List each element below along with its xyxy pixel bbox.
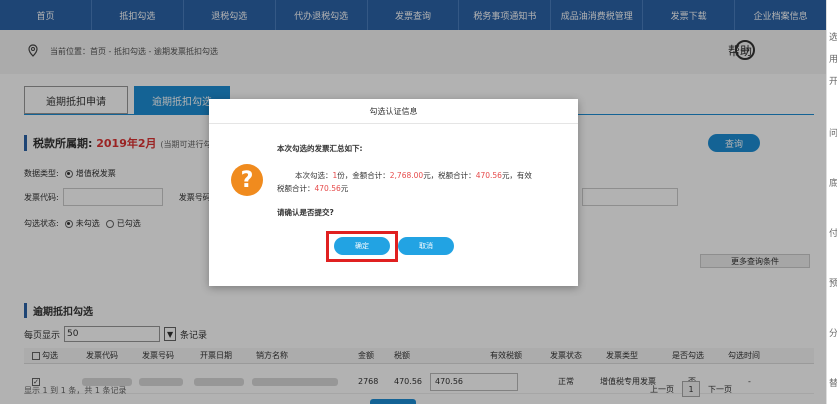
check-confirm-dialog: 勾选认证信息 ? 本次勾选的发票汇总如下: 本次勾选：1份，金额合计：2,768… [209, 99, 578, 286]
right-strip-text: 预 [829, 276, 837, 289]
right-strip-text: 开 [829, 74, 837, 87]
dialog-title: 勾选认证信息 [209, 99, 578, 124]
total-amount: 2,768.00 [389, 171, 424, 180]
right-strip-text: 选 [829, 30, 837, 43]
right-strip-text: 问 [829, 126, 837, 139]
dialog-summary-line1: 本次勾选：1份，金额合计：2,768.00元，税额合计：470.56元，有效 [295, 171, 532, 180]
right-strip-text: 付 [829, 226, 837, 239]
right-strip-text: 底 [829, 176, 837, 189]
right-strip-text: 分 [829, 326, 837, 339]
cancel-button[interactable]: 取消 [398, 237, 454, 255]
dialog-summary-title: 本次勾选的发票汇总如下: [277, 144, 363, 153]
total-tax: 470.56 [475, 171, 502, 180]
right-strip-text: 用 [829, 52, 837, 65]
total-effective-tax: 470.56 [314, 184, 341, 193]
right-clipped-panel: 选 用 开 问 底 付 预 分 替 [826, 0, 837, 404]
dialog-question: 请确认是否提交? [277, 208, 334, 217]
highlight-box [326, 231, 398, 262]
dialog-summary-line2: 税额合计：470.56元 [277, 184, 349, 193]
question-icon: ? [231, 164, 263, 196]
right-strip-text: 替 [829, 376, 837, 389]
